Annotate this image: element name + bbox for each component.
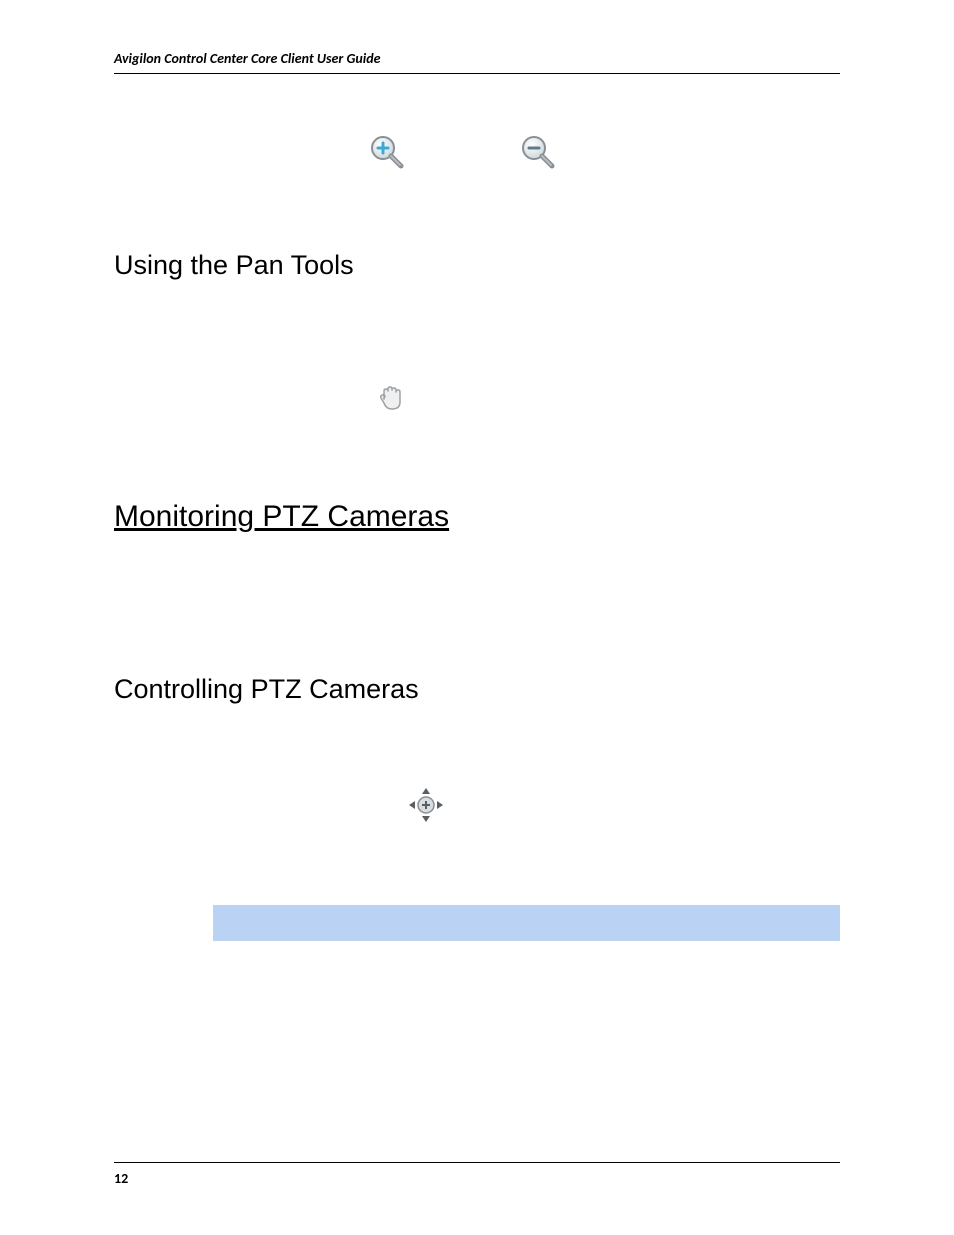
heading-controlling-ptz: Controlling PTZ Cameras — [114, 674, 840, 705]
hand-icon — [374, 401, 408, 420]
heading-monitoring-ptz: Monitoring PTZ Cameras — [114, 500, 840, 534]
ptz-control-icon — [406, 811, 446, 830]
header-title: Avigilon Control Center Core Client User… — [114, 50, 840, 67]
zoom-out-icon — [520, 134, 556, 170]
heading-pan-tools: Using the Pan Tools — [114, 250, 840, 281]
hand-icon-row — [374, 381, 840, 420]
footer-rule — [114, 1162, 840, 1163]
zoom-icons-row — [369, 134, 840, 170]
ptz-icon-row — [406, 785, 840, 830]
highlight-bar — [213, 905, 840, 941]
zoom-in-icon — [369, 134, 405, 170]
document-page: Avigilon Control Center Core Client User… — [0, 0, 954, 1235]
page-number: 12 — [114, 1170, 128, 1187]
header-rule — [114, 73, 840, 74]
